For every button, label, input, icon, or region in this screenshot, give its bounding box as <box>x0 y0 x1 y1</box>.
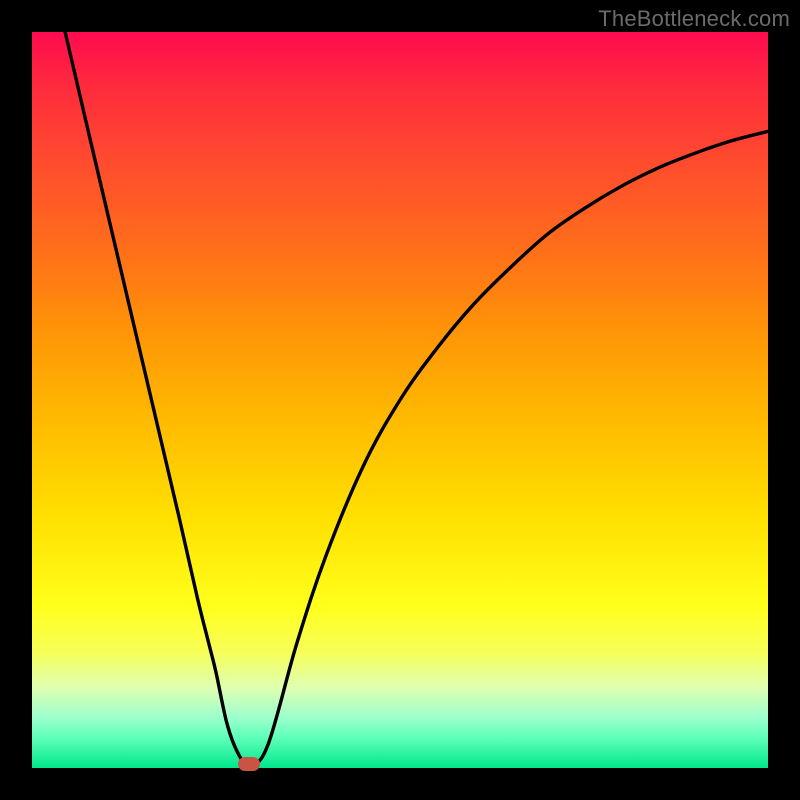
curve-path <box>65 32 768 765</box>
minimum-marker <box>238 757 260 771</box>
attribution-label: TheBottleneck.com <box>598 6 790 32</box>
line-series <box>32 32 768 768</box>
plot-area <box>32 32 768 768</box>
chart-frame: TheBottleneck.com <box>0 0 800 800</box>
